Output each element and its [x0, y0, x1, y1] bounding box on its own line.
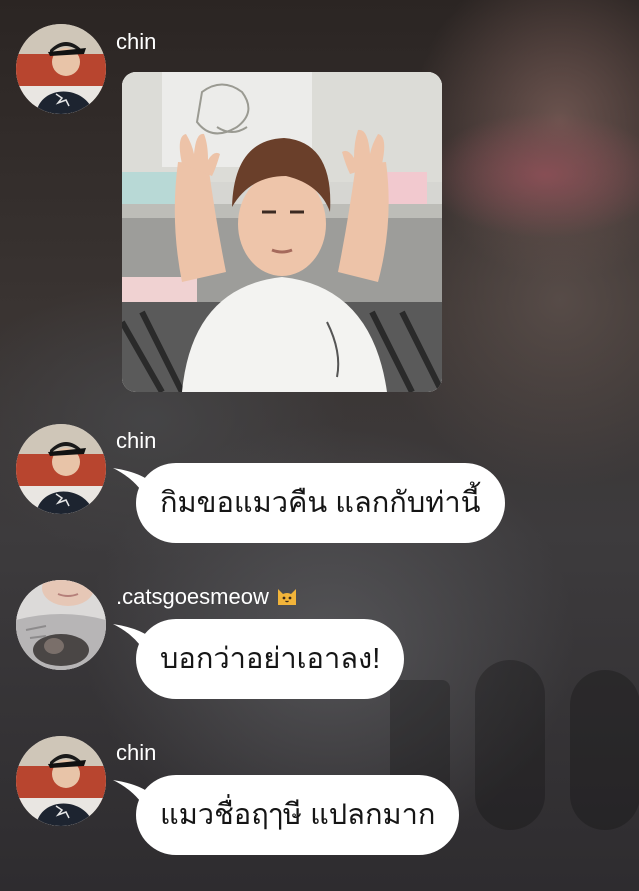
- avatar-chin[interactable]: [16, 24, 106, 114]
- photo-person-hands-up-ears: [122, 72, 442, 392]
- username-label: .catsgoesmeow: [116, 583, 299, 614]
- username-label: chin: [116, 428, 157, 453]
- avatar-chin[interactable]: [16, 424, 106, 514]
- username-label: chin: [116, 29, 157, 54]
- username-label: chin: [116, 740, 157, 765]
- photo-message[interactable]: [122, 72, 442, 392]
- chat-screen: chin chin กิมขอแมวคืน แลกกับท่านี้ .cats…: [0, 0, 639, 891]
- avatar-catsgoesmeow[interactable]: [16, 580, 106, 670]
- message-bubble[interactable]: กิมขอแมวคืน แลกกับท่านี้: [136, 463, 505, 543]
- message-bubble[interactable]: บอกว่าอย่าเอาลง!: [136, 619, 405, 699]
- cat-emoji-icon: [275, 583, 299, 614]
- message-bubble[interactable]: แมวชื่อฤๅษี แปลกมาก: [136, 775, 460, 855]
- avatar-chin[interactable]: [16, 736, 106, 826]
